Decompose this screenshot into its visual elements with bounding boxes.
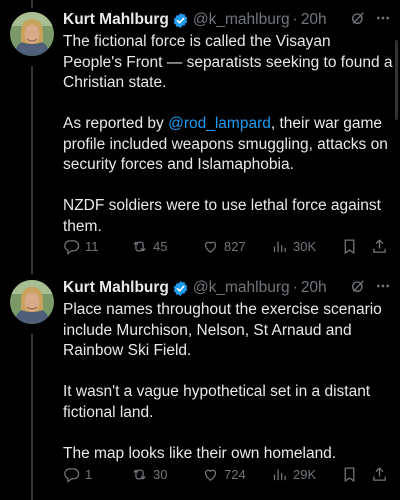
tweet-actions: 1 30 724 29K [63,464,393,484]
more-options-icon[interactable] [374,278,392,299]
tweet-text: Place names throughout the exercise scen… [63,300,393,464]
heart-icon [204,241,217,253]
views-count: 30K [293,238,317,254]
like-button[interactable]: 827 [202,236,246,256]
author-name[interactable]: Kurt Mahlburg [63,279,169,297]
scrollbar-thumb[interactable] [395,40,398,120]
avatar[interactable] [10,12,54,56]
grok-icon[interactable] [350,10,366,31]
tweet-actions: 11 45 827 30K [63,236,393,256]
repost-count: 45 [153,238,168,254]
like-count: 724 [224,466,246,482]
timestamp[interactable]: 20h [301,11,327,29]
share-button[interactable] [371,464,388,484]
share-button[interactable] [371,236,388,256]
reply-icon [64,467,80,483]
thread-connector-line [31,334,33,500]
reply-count: 11 [85,238,99,254]
verified-badge-icon [172,280,189,297]
repost-button[interactable]: 45 [131,236,167,256]
separator-dot: · [292,11,298,28]
views-chart-icon [273,241,286,252]
grok-icon[interactable] [350,278,366,299]
heart-icon [204,469,217,481]
tweet-paragraph: It wasn't a vague hypothetical set in a … [63,383,371,421]
tweet-paragraph: The map looks like their own homeland. [63,444,337,462]
avatar[interactable] [10,280,54,324]
repost-count: 30 [153,466,168,482]
more-options-icon[interactable] [374,10,392,31]
tweet-paragraph: As reported by @rod_lampard, their war g… [63,114,393,176]
author-handle[interactable]: @k_mahlburg [193,11,290,29]
tweet-text: The fictional force is called the Visaya… [63,32,393,237]
views-button[interactable]: 29K [271,464,316,484]
tweet-paragraph: The fictional force is called the Visaya… [63,33,393,91]
bookmark-icon [344,466,355,482]
author-handle[interactable]: @k_mahlburg [193,279,290,297]
reply-button[interactable]: 11 [63,236,99,256]
tweet-header: Kurt Mahlburg @k_mahlburg · 20h [63,278,392,298]
repost-icon [133,240,146,252]
tweet-text-segment: As reported by [63,115,169,132]
like-button[interactable]: 724 [202,464,246,484]
bookmark-button[interactable] [341,236,358,256]
views-chart-icon [273,469,286,480]
tweet-header: Kurt Mahlburg @k_mahlburg · 20h [63,10,392,30]
bookmark-icon [344,238,355,254]
share-icon [373,466,386,481]
thread-connector-line [31,66,33,274]
timestamp[interactable]: 20h [301,279,327,297]
repost-icon [133,468,146,480]
repost-button[interactable]: 30 [131,464,167,484]
bookmark-button[interactable] [341,464,358,484]
reply-button[interactable]: 1 [63,464,92,484]
author-name[interactable]: Kurt Mahlburg [63,11,169,29]
verified-badge-icon [172,12,189,29]
tweet-paragraph: Place names throughout the exercise scen… [63,301,382,359]
mention-link[interactable]: @rod_lampard [168,115,271,132]
tweet-paragraph: NZDF soldiers were to use lethal force a… [63,197,381,235]
thread-connector-line [31,0,33,8]
views-count: 29K [293,466,317,482]
share-icon [373,238,386,253]
reply-count: 1 [85,466,93,482]
reply-icon [64,239,80,255]
views-button[interactable]: 30K [271,236,316,256]
separator-dot: · [292,279,298,296]
like-count: 827 [224,238,246,254]
